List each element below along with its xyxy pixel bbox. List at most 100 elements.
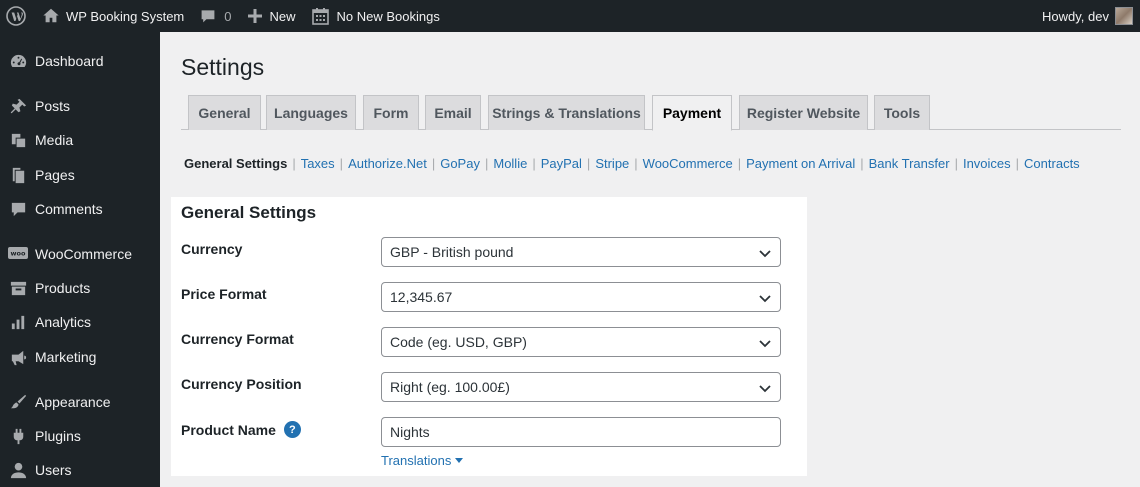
comments-link[interactable]: 0 [192,0,239,32]
sidebar-item-label: Media [35,132,74,148]
sidebar-item-products[interactable]: Products [0,271,160,305]
sidebar-item-label: Marketing [35,349,97,365]
wordpress-logo-icon [6,6,26,26]
woo-icon: woo [0,247,36,261]
sidebar-item-label: Appearance [35,394,111,410]
tab-languages[interactable]: Languages [266,95,356,130]
pages-icon [0,166,36,185]
comments-count: 0 [224,8,232,24]
dashboard-icon [0,52,36,71]
subnav-mollie[interactable]: Mollie [493,156,527,171]
sidebar-item-posts[interactable]: Posts [0,89,160,123]
sidebar-item-woocommerce[interactable]: woo WooCommerce [0,237,160,271]
chevron-down-icon [759,385,771,393]
subnav-separator: | [532,156,536,171]
site-name-link[interactable]: WP Booking System [34,0,192,32]
media-icon [0,131,36,150]
tab-register-website[interactable]: Register Website [739,95,868,130]
tab-email[interactable]: Email [425,95,481,130]
bookings-link[interactable]: No New Bookings [304,0,448,32]
sidebar-item-label: Pages [35,167,75,183]
general-settings-panel: General Settings Currency GBP - British … [171,197,807,476]
price-format-value: 12,345.67 [390,289,453,305]
subnav-separator: | [292,156,296,171]
subnav-payment-on-arrival[interactable]: Payment on Arrival [746,156,855,171]
subnav-paypal[interactable]: PayPal [541,156,582,171]
sidebar-item-marketing[interactable]: Marketing [0,340,160,374]
tab-general[interactable]: General [188,95,261,130]
howdy-label: Howdy, dev [1042,8,1109,24]
pin-icon [0,97,36,116]
currency-label: Currency [181,241,243,257]
product-name-label-row: Product Name ? [181,421,301,438]
sidebar-item-label: Plugins [35,428,81,444]
translations-toggle[interactable]: Translations [381,453,464,468]
admin-sidebar: Dashboard Posts Media Pages Comments woo… [0,32,160,487]
sidebar-item-label: Comments [35,201,103,217]
sidebar-item-plugins[interactable]: Plugins [0,419,160,453]
sidebar-item-comments[interactable]: Comments [0,192,160,226]
sidebar-item-label: Analytics [35,314,92,330]
subnav-contracts[interactable]: Contracts [1024,156,1080,171]
new-label: New [269,8,296,24]
plugin-icon [0,427,36,446]
subnav-authorize-net[interactable]: Authorize.Net [348,156,427,171]
brush-icon [0,393,36,412]
new-content-link[interactable]: New [240,0,304,32]
subnav-gopay[interactable]: GoPay [440,156,480,171]
help-icon[interactable]: ? [283,421,301,438]
wordpress-logo-button[interactable] [0,0,34,32]
subnav-invoices[interactable]: Invoices [963,156,1011,171]
subnav-separator: | [484,156,489,171]
subnav-bank-transfer[interactable]: Bank Transfer [869,156,950,171]
calendar-icon [311,8,329,25]
admin-bar: WP Booking System 0 New No New Bookings … [0,0,1140,32]
sidebar-item-analytics[interactable]: Analytics [0,305,160,339]
currency-select[interactable]: GBP - British pound [381,237,781,267]
currency-format-value: Code (eg. USD, GBP) [390,334,527,350]
price-format-select[interactable]: 12,345.67 [381,282,781,312]
tab-form[interactable]: Form [363,95,419,130]
subnav-separator: | [586,156,591,171]
comment-bubble-icon [201,10,215,23]
subnav-taxes[interactable]: Taxes [301,156,335,171]
tab-payment[interactable]: Payment [652,95,732,131]
tab-tools[interactable]: Tools [874,95,930,130]
chevron-down-icon [759,250,771,258]
translations-label: Translations [381,453,452,468]
plus-icon [247,9,262,23]
sidebar-item-label: Users [35,462,72,478]
currency-value: GBP - British pound [390,244,514,260]
subnav-separator: | [737,156,742,171]
comment-icon [0,200,36,219]
sidebar-item-media[interactable]: Media [0,123,160,157]
subnav-separator: | [339,156,344,171]
svg-text:woo: woo [11,250,26,258]
my-account-link[interactable]: Howdy, dev [1034,0,1140,32]
subnav-general-settings[interactable]: General Settings [184,156,287,171]
currency-position-label: Currency Position [181,376,302,392]
sidebar-item-users[interactable]: Users [0,453,160,487]
subnav-woocommerce[interactable]: WooCommerce [643,156,733,171]
currency-position-select[interactable]: Right (eg. 100.00£) [381,372,781,402]
settings-tabs: General Languages Form Email Strings & T… [181,95,1121,131]
sidebar-item-pages[interactable]: Pages [0,158,160,192]
sidebar-item-appearance[interactable]: Appearance [0,385,160,419]
subnav-separator: | [954,156,958,171]
chevron-down-icon [759,340,771,348]
sidebar-item-dashboard[interactable]: Dashboard [0,44,160,78]
chevron-down-icon [759,295,771,303]
sidebar-item-label: Posts [35,98,71,114]
currency-format-select[interactable]: Code (eg. USD, GBP) [381,327,781,357]
product-name-label: Product Name [181,421,276,438]
price-format-label: Price Format [181,286,267,302]
panel-title: General Settings [181,203,317,222]
product-name-input[interactable] [381,417,781,447]
tab-strings-translations[interactable]: Strings & Translations [488,95,645,130]
archive-icon [0,279,36,298]
payment-subnav: General Settings | Taxes | Authorize.Net | GoP… [184,156,1080,171]
page-title: Settings [181,54,265,80]
currency-position-value: Right (eg. 100.00£) [390,379,510,395]
subnav-stripe[interactable]: Stripe [595,156,629,171]
sidebar-item-label: Dashboard [35,53,104,69]
